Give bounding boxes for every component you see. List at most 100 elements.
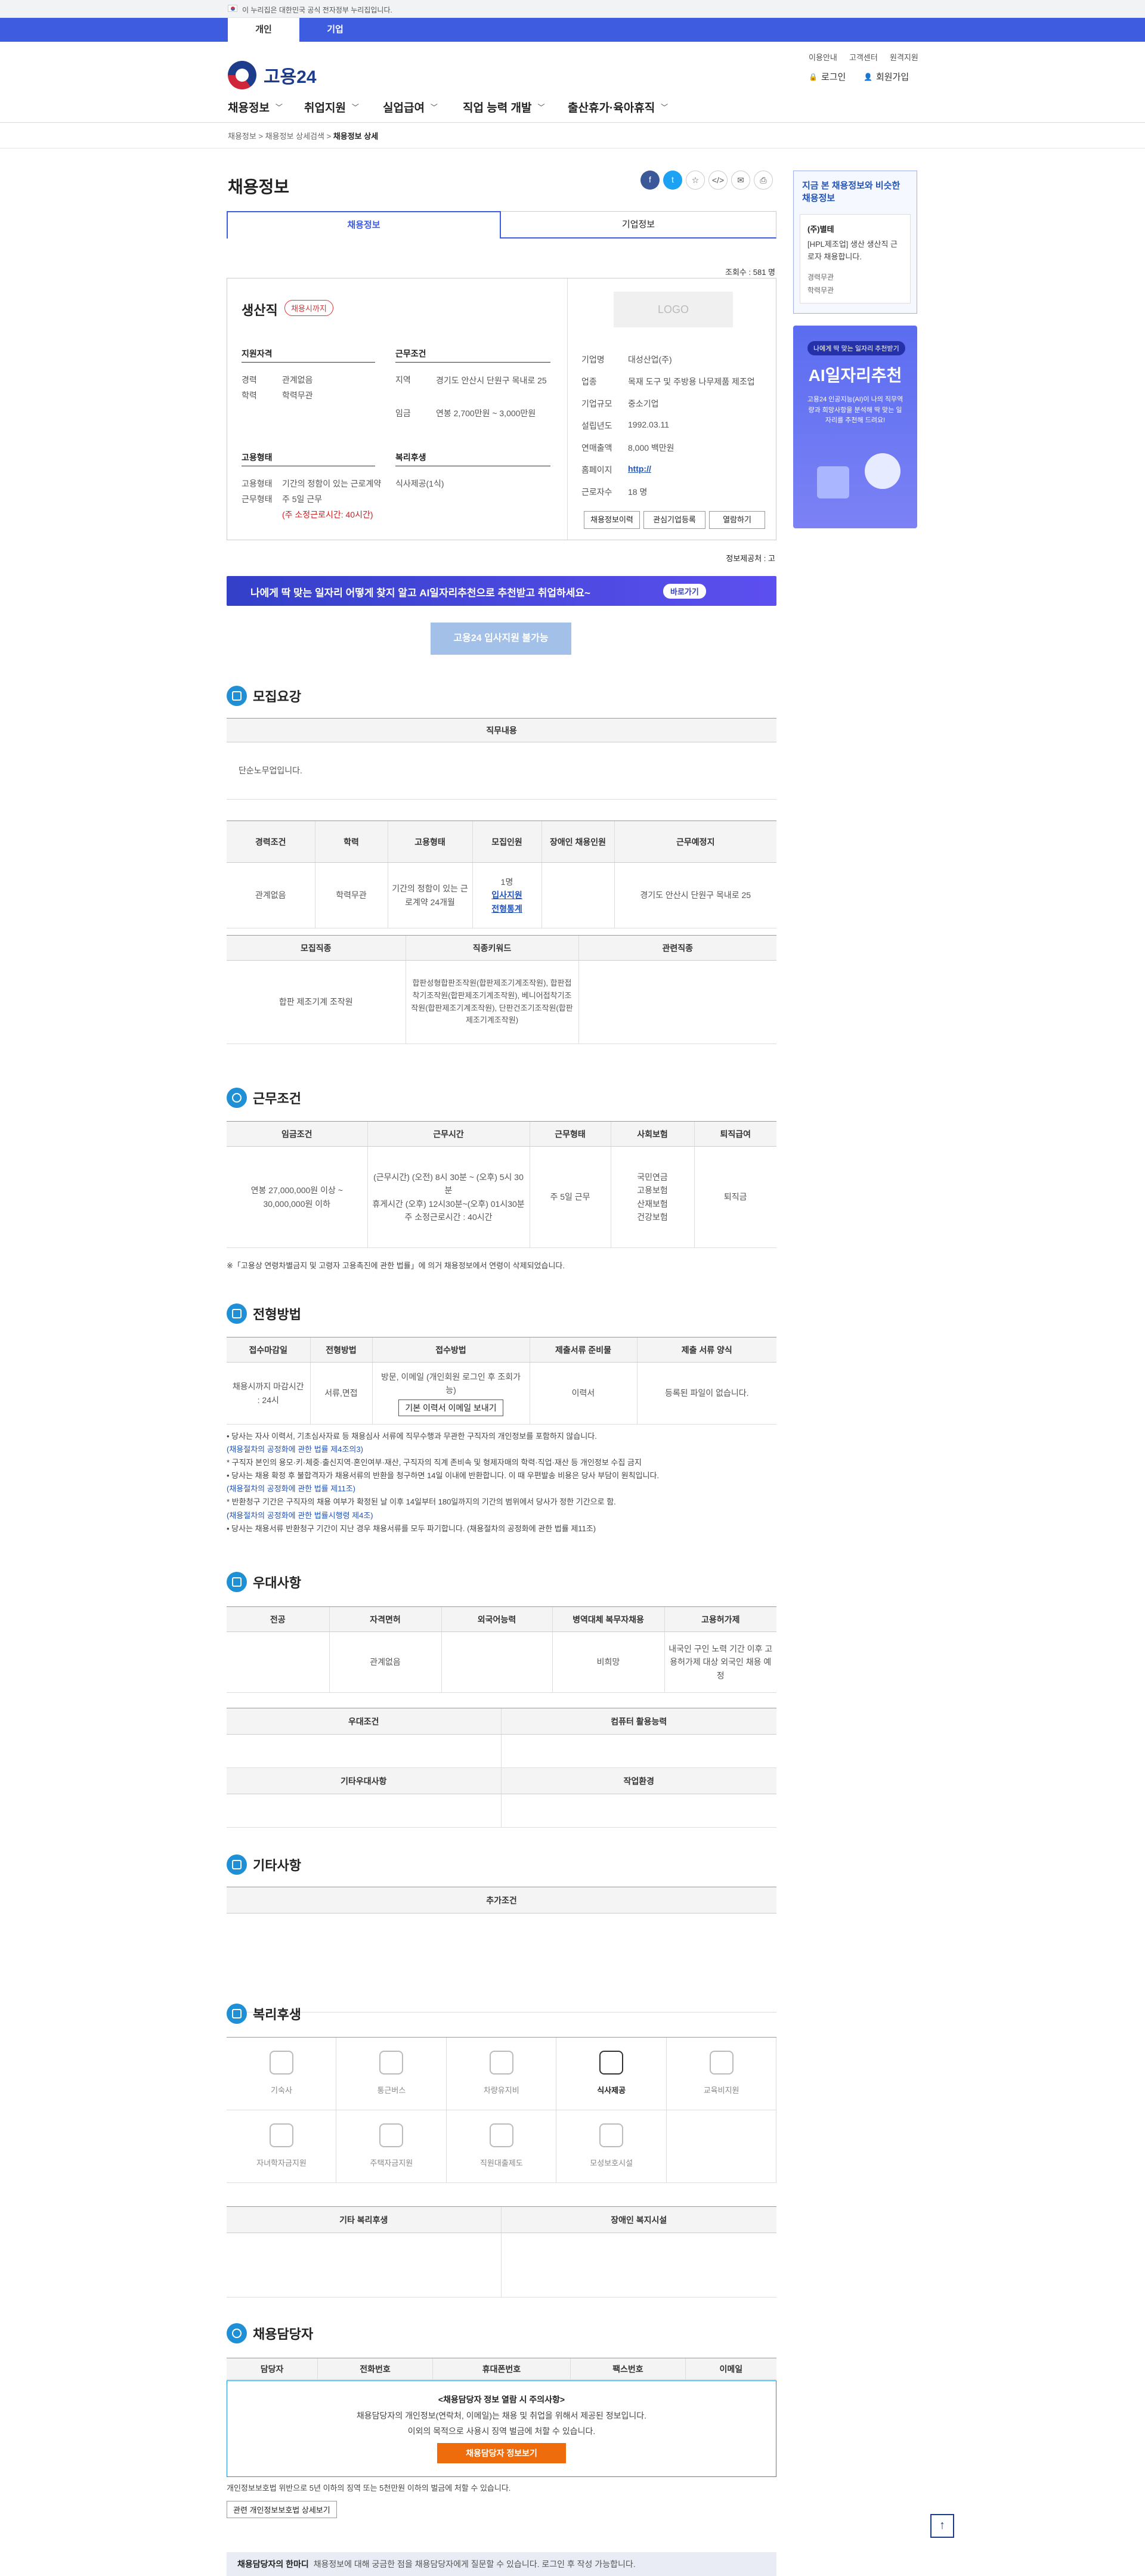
work-section-title: 근무조건 [227,1088,301,1108]
company-info-label: 설립년도 [581,421,612,431]
gnb-employment[interactable]: 취업지원 ﹀ [304,99,359,115]
gnb-jobs[interactable]: 채용정보 ﹀ [228,99,283,115]
age-note: ※「고용상 연령차별금지 및 고령자 고용촉진에 관한 법률」에 의거 채용정보… [227,1261,565,1270]
cell: 관계없음 [227,862,315,928]
welfare-label: 직원대출제도 [479,2159,523,2168]
apply-link[interactable]: 입사지원 [491,890,522,900]
welfare-item: 차량유지비 [446,2038,557,2110]
emp-value: 기간의 정함이 있는 근로계약 [282,479,382,488]
company-info-label: 근로자수 [581,487,612,497]
gnb-parental[interactable]: 출산휴가·육아휴직 ﹀ [568,99,668,115]
col-head: 고용형태 [387,821,472,863]
cond-label: 지역 [395,375,411,385]
welfare-label: 차량유지비 [483,2086,519,2095]
selection-notes: • 당사는 자사 이력서, 기초심사자료 등 채용심사 서류에 직무수행과 무관… [227,1430,776,1535]
cell: 등록된 파일이 없습니다. [636,1362,776,1425]
cond-label: 임금 [395,408,411,418]
tab-personal[interactable]: 개인 [228,18,299,42]
company-info-value: 대성산업(주) [628,355,672,364]
util-help[interactable]: 고객센터 [849,51,878,63]
view-manager-button[interactable]: 채용담당자 정보보기 [437,2442,566,2464]
welfare-item: 기숙사 [227,2038,337,2110]
util-guide[interactable]: 이용안내 [809,51,837,63]
cell: 주 5일 근무 [529,1146,611,1248]
gift-icon [227,2004,247,2024]
comment-text: 채용정보에 대해 궁금한 점을 채용담당자에게 질문할 수 있습니다. 로그인 … [313,2559,636,2569]
col-head: 직종키워드 [405,935,578,961]
col-head: 외국어능력 [441,1606,552,1632]
privacy-law-button[interactable]: 관련 개인정보보호법 상세보기 [227,2501,337,2518]
cell: 연봉 27,000,000원 이상 ~ 30,000,000원 이하 [227,1146,367,1248]
company-info-value[interactable]: http:// [628,464,651,473]
tab-job-info[interactable]: 채용정보 [227,211,501,239]
cell: 1명 입사지원 전형통계 [472,862,541,928]
cell [227,1794,501,1828]
law-link[interactable]: (채용절차의 공정화에 관한 법률 제4조의3) [227,1443,776,1456]
job-desc-head: 직무내용 [227,718,776,742]
cell: 학력무관 [314,862,388,928]
twitter-icon[interactable]: t [663,171,682,190]
document-icon [227,686,247,706]
send-resume-button[interactable]: 기본 이력서 이메일 보내기 [398,1399,503,1417]
welfare-label: 교육비지원 [703,2086,739,2095]
apply-disabled-button[interactable]: 고용24 입사지원 불가능 [431,623,571,655]
scroll-top-icon[interactable]: ↑ [930,2514,954,2538]
chevron-down-icon: ﹀ [430,103,438,112]
law-link[interactable]: (채용절차의 공정화에 관한 법률시행령 제4조) [227,1509,776,1522]
similar-job-card[interactable]: (주)별테 [HPL제조업] 생산 생산직 근로자 채용합니다. 경력무관 학력… [800,214,911,304]
cell: 서류,면접 [310,1362,372,1425]
req-title: 지원자격 [242,349,273,358]
view-button[interactable]: 열람하기 [709,511,765,529]
col-head: 우대조건 [227,1708,501,1735]
history-button[interactable]: 채용정보이력 [584,511,640,529]
join-button[interactable]: 👤 회원가입 [864,70,909,83]
summary-divider [567,278,568,540]
facebook-icon[interactable]: f [640,171,660,190]
deadline-badge: 채용시까지 [284,300,333,316]
gnb-unemployment[interactable]: 실업급여 ﹀ [383,99,438,115]
company-info-label: 연매출액 [581,443,612,453]
col-head: 장애인 복지시설 [500,2206,776,2233]
emp-label: 고용형태 [242,479,273,488]
etc-section-title: 기타사항 [227,1854,301,1875]
manager-section-title: 채용담당자 [227,2323,313,2343]
site-logo[interactable] [228,60,264,89]
print-icon[interactable]: ⎙ [754,171,773,190]
cond-value: 경기도 안산시 단원구 목내로 25 [436,376,547,385]
cell: 관계없음 [329,1631,441,1693]
recruit-section-title: 모집요강 [227,686,301,706]
clock-icon [227,1088,247,1108]
comment-title: 채용담당자의 한마디 [237,2559,309,2569]
req-label: 학력 [242,391,257,400]
tab-company-info[interactable]: 기업정보 [501,211,776,239]
gnb-training[interactable]: 직업 능력 개발 ﹀ [463,99,544,115]
welfare-icon [489,2123,513,2147]
col-head: 담당자 [227,2358,318,2380]
col-head: 접수마감일 [227,1337,310,1363]
cond-value: 연봉 2,700만원 ~ 3,000만원 [436,408,536,418]
bookmark-icon[interactable]: ☆ [686,171,705,190]
cell [441,1631,552,1693]
util-remote[interactable]: 원격지원 [890,51,918,63]
embed-icon[interactable]: </> [708,171,728,190]
note-icon [227,1854,247,1875]
col-head: 컴퓨터 활용능력 [500,1708,776,1735]
favorite-company-button[interactable]: 관심기업등록 [643,511,705,529]
mail-icon[interactable]: ✉ [731,171,750,190]
ad-go-button[interactable]: 바로가기 [663,584,706,599]
tab-business[interactable]: 기업 [299,18,371,42]
ai-recommend-ad[interactable]: 나에게 딱 맞는 일자리 어떻게 찾지 알고 AI일자리추천으로 추천받고 취업… [227,576,776,606]
law-link[interactable]: (채용절차의 공정화에 관한 법률 제11조) [227,1482,776,1496]
ai-recommend-banner[interactable]: 나에게 딱 맞는 일자리 추천받기 AI일자리추천 고용24 인공지능(AI)이… [793,326,917,528]
req-value: 관계없음 [282,375,313,385]
cell: 국민연금 고용보험 산재보험 건강보험 [610,1146,694,1248]
logo-text[interactable]: 고용24 [264,62,317,88]
manager-table: 담당자 전화번호 휴대폰번호 팩스번호 이메일 [227,2358,776,2380]
work-table: 임금조건 근무시간 근무형태 사회보험 퇴직급여 연봉 27,000,000원 … [227,1121,776,1248]
login-button[interactable]: 🔒 로그인 [809,70,846,83]
col-head: 고용허가제 [664,1606,776,1632]
col-head: 임금조건 [227,1121,367,1147]
stats-link[interactable]: 전형통계 [491,904,522,914]
company-info-value: 18 명 [628,487,648,497]
col-head: 모집직종 [227,935,406,961]
